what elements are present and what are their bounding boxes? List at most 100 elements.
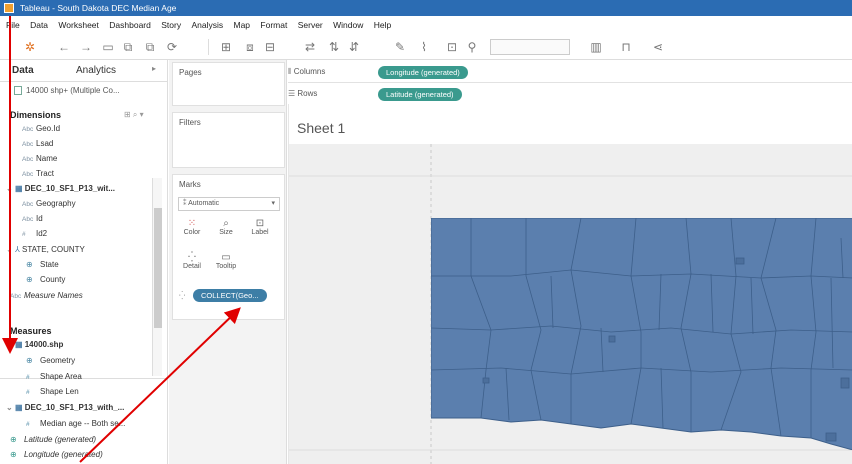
measures-header: Measures — [10, 326, 52, 336]
menu-help[interactable]: Help — [374, 20, 391, 30]
globe-icon: ⊕ — [26, 260, 33, 269]
table-icon: ▦ — [14, 184, 25, 193]
sheet-title[interactable]: Sheet 1 — [297, 120, 345, 136]
expand-chevron-icon: ⌄ — [6, 403, 15, 412]
worksheet-view: Sheet 1 — [288, 104, 852, 464]
swap-icon[interactable]: ⇄ — [302, 39, 318, 55]
longitude-pill[interactable]: Longitude (generated) — [378, 66, 468, 79]
chevron-down-icon: ▾ — [271, 200, 275, 207]
detail-button[interactable]: ⁛ Detail — [177, 251, 207, 277]
field-measure-names[interactable]: Abc Measure Names — [10, 291, 83, 300]
collect-geometry-pill[interactable]: COLLECT(Geo... — [193, 289, 267, 302]
field-id2[interactable]: # Id2 — [22, 229, 47, 238]
show-cards-icon[interactable]: ▥ — [588, 39, 604, 55]
datasource-label: 14000 shp+ (Multiple Co... — [26, 86, 120, 95]
field-shape-len[interactable]: # Shape Len — [26, 387, 79, 396]
globe-icon: ⊕ — [26, 356, 33, 365]
field-geo-id[interactable]: Abc Geo.Id — [22, 124, 60, 133]
south-dakota-tract-map[interactable] — [431, 218, 852, 450]
menu-bar: File Data Worksheet Dashboard Story Anal… — [0, 16, 852, 34]
sort-asc-icon[interactable]: ⇅ — [326, 39, 342, 55]
duplicate-icon[interactable]: ⧈ — [242, 39, 258, 55]
menu-dashboard[interactable]: Dashboard — [109, 20, 151, 30]
dimensions-scrollbar[interactable] — [152, 178, 162, 376]
highlight-icon[interactable]: ✎ — [392, 39, 408, 55]
redo-icon[interactable]: → — [78, 39, 94, 55]
dimensions-tools-icon[interactable]: ⊞ ⌕ ▾ — [124, 110, 144, 120]
columns-shelf[interactable]: ⦀ Columns Longitude (generated) — [288, 62, 852, 83]
menu-format[interactable]: Format — [260, 20, 287, 30]
menu-story[interactable]: Story — [161, 20, 181, 30]
label-button[interactable]: ⊡ Label — [245, 217, 275, 243]
rows-shelf-label: ☰ Rows — [288, 89, 318, 98]
table-dec-10-sf1-with[interactable]: ⌄ ▦ DEC_10_SF1_P13_with_... — [6, 403, 124, 412]
title-bar: Tableau - South Dakota DEC Median Age — [0, 0, 852, 16]
table-icon: ▦ — [14, 340, 25, 349]
datasource-item[interactable]: 14000 shp+ (Multiple Co... — [14, 86, 120, 96]
field-geography[interactable]: Abc Geography — [22, 199, 76, 208]
scrollbar-thumb[interactable] — [154, 208, 162, 328]
pane-menu-icon[interactable]: ▸ — [152, 64, 156, 73]
filters-card[interactable]: Filters — [172, 112, 285, 168]
save-icon[interactable]: ▭ — [100, 39, 116, 55]
toolbar: ✲ ← → ▭ ⧉ ⧉ ⟳ ⊞ ⧈ ⊟ ⇄ ⇅ ⇵ ✎ ⌇ ⊡ ⚲ ▥ ⊓ ⋖ — [0, 34, 852, 60]
menu-analysis[interactable]: Analysis — [191, 20, 223, 30]
table-14000-shp[interactable]: ⌄ ▦ 14000.shp — [6, 340, 63, 349]
pin-icon[interactable]: ⚲ — [464, 39, 480, 55]
latitude-pill[interactable]: Latitude (generated) — [378, 88, 462, 101]
pages-card[interactable]: Pages — [172, 62, 285, 106]
tab-analytics[interactable]: Analytics — [76, 65, 116, 76]
columns-shelf-label: ⦀ Columns — [288, 67, 326, 76]
field-geometry[interactable]: ⊕ Geometry — [26, 356, 75, 365]
mark-type-dropdown[interactable]: ⁑ Automatic ▾ — [178, 197, 280, 211]
menu-window[interactable]: Window — [333, 20, 363, 30]
size-button[interactable]: ⌕ Size — [211, 217, 241, 243]
filters-card-label: Filters — [179, 118, 201, 127]
new-worksheet-icon[interactable]: ⊞ — [218, 39, 234, 55]
field-lsad[interactable]: Abc Lsad — [22, 139, 53, 148]
globe-icon: ⊕ — [26, 275, 33, 284]
menu-worksheet[interactable]: Worksheet — [58, 20, 98, 30]
refresh-icon[interactable]: ⟳ — [164, 39, 180, 55]
new-datasource-icon[interactable]: ⧉ — [120, 39, 136, 55]
menu-server[interactable]: Server — [298, 20, 323, 30]
field-name[interactable]: Abc Name — [22, 154, 57, 163]
toolbar-separator — [208, 39, 209, 55]
tooltip-button[interactable]: ▭ Tooltip — [211, 251, 241, 277]
color-button[interactable]: ⁙ Color — [177, 217, 207, 243]
hierarchy-state-county[interactable]: ⌄ ⅄ STATE, COUNTY — [6, 245, 85, 254]
field-median-age[interactable]: # Median age -- Both se... — [26, 419, 125, 428]
clear-sheet-icon[interactable]: ⊟ — [262, 39, 278, 55]
expand-chevron-icon: ⌄ — [6, 340, 15, 349]
data-pane: Data Analytics ▸ 14000 shp+ (Multiple Co… — [0, 60, 168, 464]
menu-file[interactable]: File — [6, 20, 20, 30]
cards-column: Pages Filters Marks ⁑ Automatic ▾ ⁙ Color … — [169, 60, 287, 464]
field-shape-area[interactable]: # Shape Area — [26, 372, 82, 381]
size-icon: ⌕ — [223, 218, 229, 229]
rows-shelf[interactable]: ☰ Rows Latitude (generated) — [288, 84, 852, 105]
sort-desc-icon[interactable]: ⇵ — [346, 39, 362, 55]
label-icon[interactable]: ⊡ — [444, 39, 460, 55]
tableau-logo-icon[interactable]: ✲ — [22, 39, 38, 55]
pages-card-label: Pages — [179, 68, 202, 77]
field-latitude-generated[interactable]: ⊕ Latitude (generated) — [10, 435, 96, 444]
new-sheet-icon[interactable]: ⧉ — [142, 39, 158, 55]
marks-card-label: Marks — [179, 180, 201, 189]
field-state[interactable]: ⊕ State — [26, 260, 59, 269]
field-longitude-generated[interactable]: ⊕ Longitude (generated) — [10, 450, 103, 459]
group-icon[interactable]: ⌇ — [416, 39, 432, 55]
map-background[interactable] — [289, 144, 852, 464]
color-icon: ⁙ — [187, 218, 197, 229]
presentation-icon[interactable]: ⊓ — [618, 39, 634, 55]
globe-icon: ⊕ — [10, 435, 17, 444]
menu-map[interactable]: Map — [234, 20, 251, 30]
share-icon[interactable]: ⋖ — [650, 39, 666, 55]
menu-data[interactable]: Data — [30, 20, 48, 30]
fit-dropdown[interactable] — [490, 39, 570, 55]
field-id[interactable]: Abc Id — [22, 214, 43, 223]
tab-data[interactable]: Data — [12, 65, 34, 76]
table-dec-10-sf1[interactable]: ⌄ ▦ DEC_10_SF1_P13_wit... — [6, 184, 115, 193]
field-county[interactable]: ⊕ County — [26, 275, 65, 284]
undo-icon[interactable]: ← — [56, 39, 72, 55]
field-tract[interactable]: Abc Tract — [22, 169, 54, 178]
